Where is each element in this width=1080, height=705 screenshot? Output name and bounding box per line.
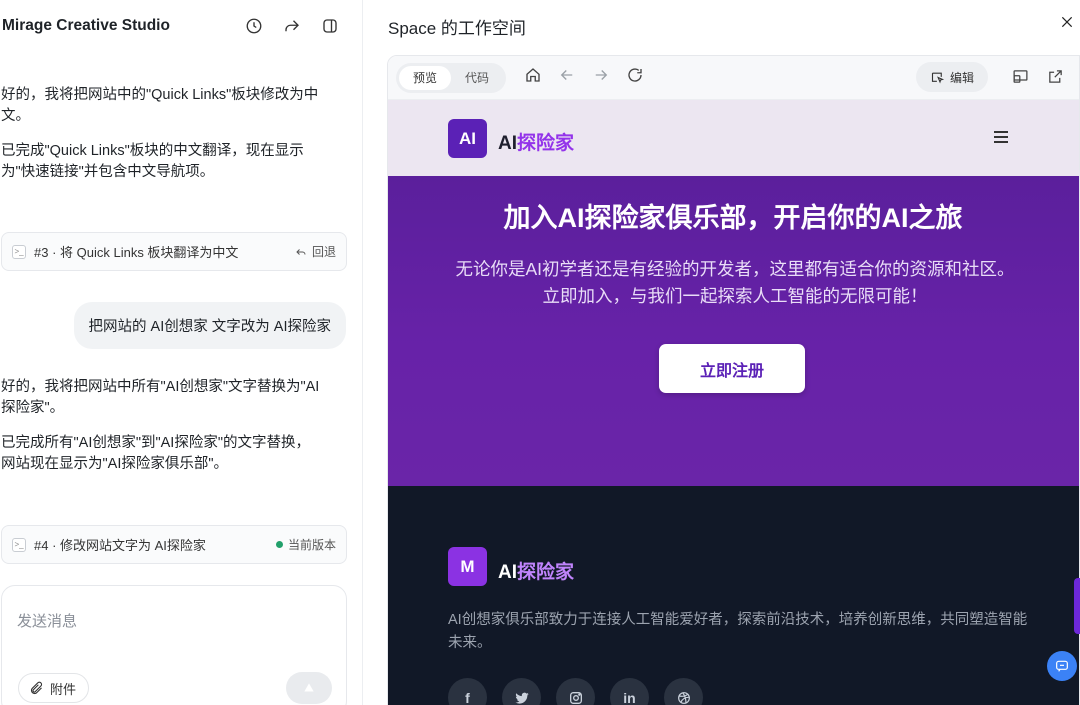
twitter-icon[interactable] <box>502 678 541 705</box>
close-icon[interactable] <box>1059 14 1077 32</box>
terminal-icon: >_ <box>12 537 26 552</box>
brand-highlight: 探险家 <box>517 133 575 154</box>
tab-preview[interactable]: 预览 <box>399 65 452 90</box>
signup-button[interactable]: 立即注册 <box>659 344 805 393</box>
send-arrow-icon <box>304 683 314 692</box>
social-links: f in <box>448 678 703 705</box>
site-footer: M AI探险家 AI创想家俱乐部致力于连接人工智能爱好者，探索前沿技术，培养创新… <box>388 486 1079 705</box>
brand-prefix: AI <box>498 562 517 583</box>
tab-code[interactable]: 代码 <box>451 66 503 90</box>
edit-label: 编辑 <box>950 70 975 85</box>
preview-toolbar: 预览 代码 编辑 <box>388 56 1079 100</box>
footer-description: AI创想家俱乐部致力于连接人工智能爱好者，探索前沿技术，培养创新思维，共同塑造智… <box>448 612 1028 651</box>
history-icon[interactable] <box>244 16 264 36</box>
terminal-icon: >_ <box>12 244 26 259</box>
paperclip-icon <box>30 681 43 694</box>
message-text: 已完成"Quick Links"板块的中文翻译，现在显示为"快速链接"并包含中文… <box>1 143 304 180</box>
revert-button[interactable]: 回退 <box>295 243 336 260</box>
chat-panel: Mirage Creative Studio 好的，我将把网站中的"Quick … <box>0 0 363 705</box>
attach-label: 附件 <box>50 681 77 697</box>
message-text: 已完成所有"AI创想家"到"AI探险家"的文字替换，网站现在显示为"AI探险家俱… <box>1 435 310 472</box>
status-dot <box>275 541 283 548</box>
message-input[interactable]: 发送消息 <box>17 610 77 631</box>
share-icon[interactable] <box>282 16 302 36</box>
chat-support-button[interactable] <box>1047 651 1077 681</box>
side-drawer-handle[interactable] <box>1074 578 1080 634</box>
send-button[interactable] <box>286 672 332 704</box>
version-label: #4 · 修改网站文字为 AI探险家 <box>34 538 206 553</box>
refresh-icon[interactable] <box>626 66 644 89</box>
workspace-title: Space 的工作空间 <box>388 19 526 38</box>
linkedin-icon[interactable]: in <box>610 678 649 705</box>
current-version-badge: 当前版本 <box>275 536 336 553</box>
footer-logo: M <box>448 547 487 586</box>
panel-toggle-icon[interactable] <box>320 16 340 36</box>
site-navbar: AI AI探险家 <box>388 100 1079 176</box>
undo-icon <box>296 248 306 255</box>
edit-button[interactable]: 编辑 <box>916 62 989 92</box>
version-label: #3 · 将 Quick Links 板块翻译为中文 <box>34 245 239 260</box>
chat-header: Mirage Creative Studio <box>0 0 362 52</box>
site-brand[interactable]: AI探险家 <box>498 128 574 155</box>
assistant-message: 好的，我将把网站中的"Quick Links"板块修改为中文。 已完成"Quic… <box>1 85 321 197</box>
status-label: 当前版本 <box>287 538 336 552</box>
version-card-3[interactable]: >_ #3 · 将 Quick Links 板块翻译为中文 回退 <box>1 232 347 271</box>
view-tabs: 预览 代码 <box>396 62 507 93</box>
version-card-4[interactable]: >_ #4 · 修改网站文字为 AI探险家 当前版本 <box>1 525 347 564</box>
message-text: 好的，我将把网站中所有"AI创想家"文字替换为"AI探险家"。 <box>1 379 320 416</box>
user-message: 把网站的 AI创想家 文字改为 AI探险家 <box>73 302 346 349</box>
hero-title: 加入AI探险家俱乐部，开启你的AI之旅 <box>503 203 963 233</box>
chat-bubble-icon <box>1056 660 1068 672</box>
attach-button[interactable]: 附件 <box>18 673 90 703</box>
hero-section: 加入AI探险家俱乐部，开启你的AI之旅 无论你是AI初学者还是有经验的开发者，这… <box>388 176 1079 486</box>
assistant-message: 好的，我将把网站中所有"AI创想家"文字替换为"AI探险家"。 已完成所有"AI… <box>1 377 321 489</box>
open-external-icon[interactable] <box>1047 68 1064 90</box>
hamburger-menu-icon[interactable] <box>994 131 1008 143</box>
revert-label: 回退 <box>311 245 336 259</box>
footer-brand: AI探险家 <box>498 557 574 584</box>
preview-browser: 预览 代码 编辑 AI AI探险家 加入AI探险家俱乐部，开启你的AI之旅 无论… <box>387 55 1080 705</box>
device-preview-icon[interactable] <box>1012 68 1029 90</box>
brand-highlight: 探险家 <box>517 562 575 583</box>
cursor-select-icon <box>931 72 945 83</box>
message-text: 好的，我将把网站中的"Quick Links"板块修改为中文。 <box>1 87 319 124</box>
facebook-icon[interactable]: f <box>448 678 487 705</box>
instagram-icon[interactable] <box>556 678 595 705</box>
app-title: Mirage Creative Studio <box>2 17 170 34</box>
hero-subtitle: 无论你是AI初学者还是有经验的开发者，这里都有适合你的资源和社区。立即加入，与我… <box>455 259 1015 306</box>
back-arrow-icon[interactable] <box>558 66 576 89</box>
site-logo[interactable]: AI <box>448 119 487 158</box>
brand-prefix: AI <box>498 133 517 154</box>
message-composer[interactable]: 发送消息 附件 <box>1 585 347 705</box>
forward-arrow-icon[interactable] <box>592 66 610 89</box>
dribbble-icon[interactable] <box>664 678 703 705</box>
home-icon[interactable] <box>524 66 542 89</box>
